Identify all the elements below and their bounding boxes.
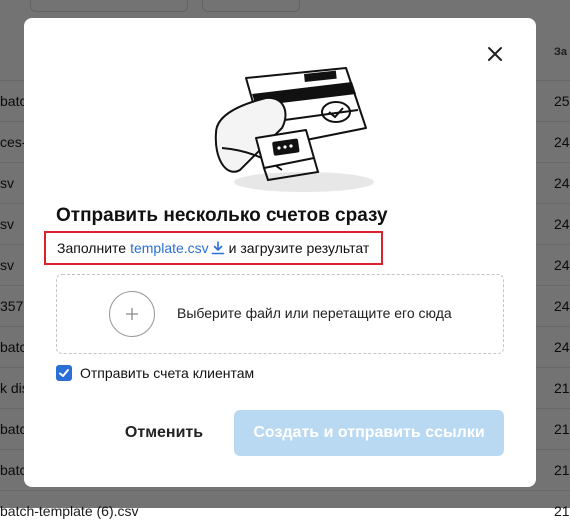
add-file-button[interactable]	[109, 291, 155, 337]
hint-prefix: Заполните	[57, 240, 127, 256]
send-to-clients-option[interactable]: Отправить счета клиентам	[56, 365, 254, 381]
template-link-label: template.csv	[130, 240, 209, 256]
create-and-send-links-button[interactable]: Создать и отправить ссылки	[234, 410, 504, 456]
template-hint: Заполните template.csv и загрузите резул…	[44, 231, 383, 265]
cancel-button[interactable]: Отменить	[116, 410, 212, 456]
invoice-cards-illustration	[214, 67, 374, 192]
file-dropzone[interactable]: Выберите файл или перетащите его сюда	[56, 274, 504, 354]
close-icon	[488, 47, 502, 61]
close-button[interactable]	[483, 42, 507, 66]
dropzone-text: Выберите файл или перетащите его сюда	[177, 305, 452, 321]
download-icon	[211, 241, 224, 255]
hint-suffix: и загрузите результат	[228, 240, 370, 256]
modal-title: Отправить несколько счетов сразу	[56, 205, 388, 226]
template-download-link[interactable]: template.csv	[130, 240, 225, 256]
plus-icon	[126, 308, 138, 320]
send-to-clients-label: Отправить счета клиентам	[80, 365, 255, 381]
bulk-invoice-modal: Отправить несколько счетов сразу Заполни…	[24, 18, 536, 487]
send-to-clients-checkbox[interactable]	[56, 365, 72, 381]
checkmark-icon	[59, 369, 69, 377]
